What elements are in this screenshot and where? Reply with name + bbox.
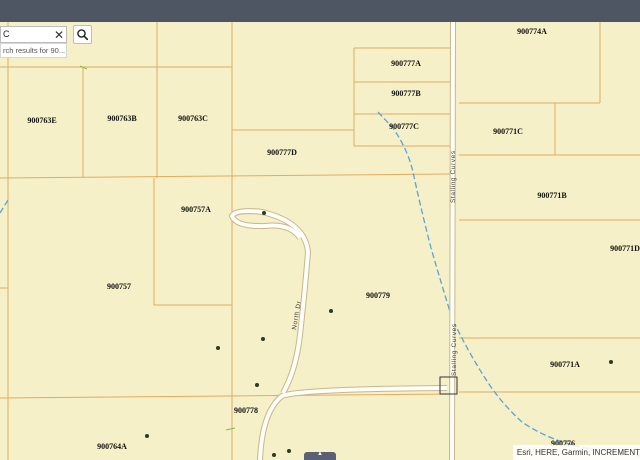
road-label-stalling-curves-north: Stalling Curves <box>450 150 457 203</box>
map-view[interactable]: Stalling Curves North Dr Stalling Curves… <box>0 22 640 460</box>
land-background <box>0 22 640 460</box>
parcel-label[interactable]: 900771D <box>610 244 640 253</box>
search-query-text[interactable]: C <box>3 29 10 39</box>
chevron-up-icon: ▲ <box>317 451 323 457</box>
road-label-stalling-curves-south: Stalling Curves <box>451 323 458 376</box>
search-icon <box>77 29 89 41</box>
parcel-label[interactable]: 900778 <box>234 406 258 415</box>
panel-toggle-button[interactable]: ▲ <box>304 451 336 460</box>
search-input[interactable]: C ✕ <box>0 26 67 43</box>
parcel-label[interactable]: 900777C <box>389 122 419 131</box>
parcel-label[interactable]: 900763E <box>27 116 56 125</box>
parcel-label[interactable]: 900771C <box>493 127 523 136</box>
map-canvas[interactable]: Stalling Curves North Dr Stalling Curves… <box>0 22 640 460</box>
parcel-label[interactable]: 900757A <box>181 205 211 214</box>
parcel-label[interactable]: 900777A <box>391 59 421 68</box>
parcel-label[interactable]: 900757 <box>107 282 131 291</box>
clear-search-button[interactable]: ✕ <box>54 28 64 42</box>
top-toolbar <box>0 0 640 22</box>
parcel-label[interactable]: 900764A <box>97 442 127 451</box>
parcel-label[interactable]: 900771A <box>550 360 580 369</box>
parcel-label[interactable]: 900763C <box>178 114 208 123</box>
parcel-label[interactable]: 900763B <box>107 114 137 123</box>
search-results-hint[interactable]: rch results for 90... <box>0 43 67 58</box>
parcel-label[interactable]: 900774A <box>517 27 547 36</box>
parcel-label[interactable]: 900777D <box>267 148 297 157</box>
parcel-label[interactable]: 900771B <box>537 191 567 200</box>
parcel-label[interactable]: 900779 <box>366 291 390 300</box>
map-attribution: Esri, HERE, Garmin, INCREMENT <box>512 445 640 460</box>
parcel-label[interactable]: 900777B <box>391 89 421 98</box>
search-button[interactable] <box>73 25 92 44</box>
